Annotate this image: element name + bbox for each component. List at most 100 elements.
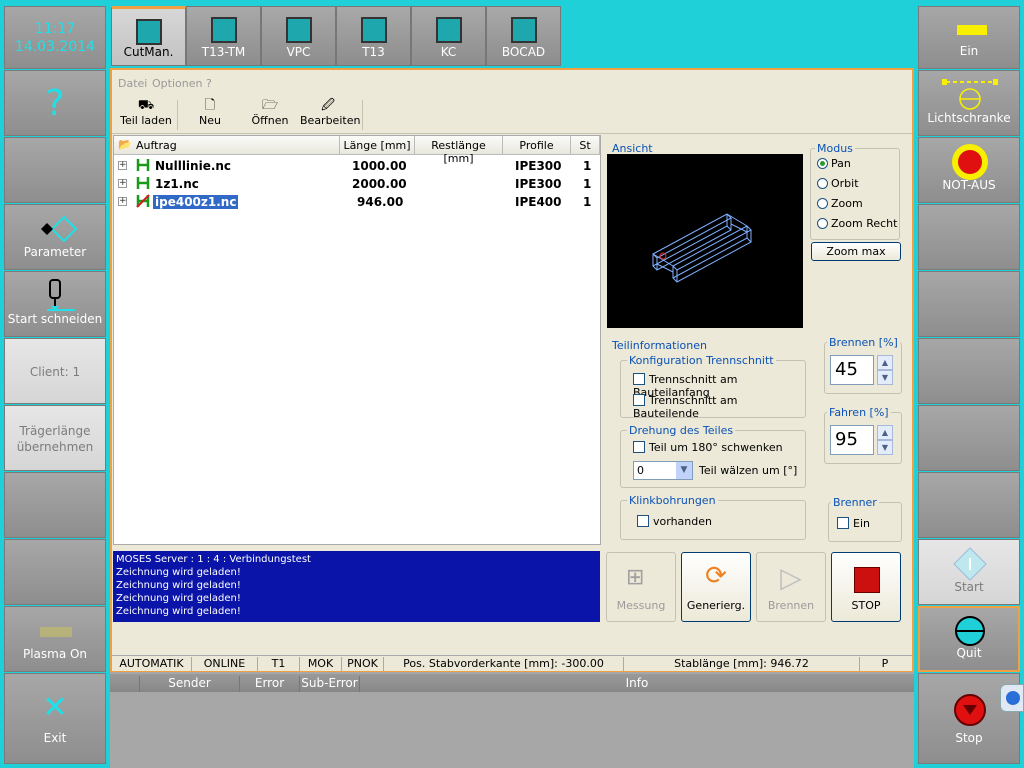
expand-icon[interactable]: + — [118, 179, 127, 188]
modus-title: Modus — [815, 142, 855, 155]
brennen-input[interactable]: 45 — [830, 355, 874, 385]
messung-label: Messung — [616, 599, 666, 612]
not-aus-button[interactable]: NOT-AUS — [918, 137, 1020, 203]
tab-vpc-label: VPC — [286, 45, 311, 59]
menu-datei[interactable]: Datei — [118, 77, 147, 90]
col-st[interactable]: St — [571, 136, 600, 155]
status-pos: Pos. Stabvorderkante [mm]: -300.00 — [384, 657, 624, 671]
lichtschranke-button[interactable]: Lichtschranke — [918, 70, 1020, 136]
exit-icon: ✕ — [42, 690, 68, 725]
modus-group: Modus Pan Orbit Zoom Zoom Recht — [810, 142, 900, 240]
plasma-on-button[interactable]: Plasma On — [4, 606, 106, 672]
tab-cutman[interactable]: CutMan. — [111, 6, 186, 66]
menu-help[interactable]: ? — [206, 77, 212, 90]
col-laenge[interactable]: Länge [mm] — [340, 136, 415, 155]
tab-t13[interactable]: T13 — [336, 6, 411, 66]
log-line: Zeichnung wird geladen! — [116, 606, 241, 617]
expand-icon[interactable]: + — [118, 197, 127, 206]
expand-icon[interactable]: + — [118, 161, 127, 170]
row-profile: IPE300 — [515, 159, 562, 173]
status-bar: AUTOMATIK ONLINE T1 MOK PNOK Pos. Stabvo… — [112, 655, 912, 671]
radio-zoom[interactable]: Zoom — [817, 197, 863, 210]
tab-t13-label: T13 — [362, 45, 385, 59]
col-error[interactable]: Error — [240, 676, 300, 692]
checkbox-ende[interactable]: Trennschnitt am Bauteilende — [633, 394, 805, 420]
col-restlaenge[interactable]: Restlänge [mm] — [415, 136, 503, 165]
teil-laden-label: Teil laden — [120, 114, 172, 127]
klink-group: Klinkbohrungen vorhanden — [620, 494, 806, 540]
checkbox-ende-box — [633, 394, 645, 406]
quit-button[interactable]: Quit — [918, 606, 1020, 672]
help-button[interactable]: ? — [4, 70, 106, 136]
blank-right-5 — [918, 472, 1020, 538]
menubar: Datei Optionen ? — [112, 70, 912, 96]
stop-button[interactable]: STOP — [831, 552, 901, 622]
chevron-up-icon[interactable]: ▲ — [877, 355, 893, 370]
start-button[interactable]: Start — [918, 539, 1020, 605]
error-table-header: Sender Error Sub-Error Info — [110, 674, 914, 692]
checkbox-vorhanden[interactable]: vorhanden — [637, 515, 712, 528]
col-auftrag[interactable]: 📂 Auftrag — [114, 136, 340, 155]
chevron-down-icon[interactable]: ▼ — [877, 370, 893, 385]
job-list: 📂 Auftrag Länge [mm] Restlänge [mm] Prof… — [113, 135, 601, 545]
chevron-down-icon[interactable]: ▼ — [877, 440, 893, 455]
list-item[interactable]: + 1z1.nc 2000.00 IPE300 1 — [114, 175, 600, 193]
radio-orbit[interactable]: Orbit — [817, 177, 859, 190]
log-line: MOSES Server : 1 : 4 : Verbindungstest — [116, 554, 311, 565]
load-part-icon: ⛟ — [137, 98, 155, 113]
exit-button[interactable]: ✕ Exit — [4, 673, 106, 764]
blank-right-1 — [918, 204, 1020, 270]
checkbox-schwenken[interactable]: Teil um 180° schwenken — [633, 441, 783, 454]
walzen-select[interactable]: 0 ▼ — [633, 461, 693, 480]
zoom-max-button[interactable]: Zoom max — [811, 242, 901, 261]
fahren-stepper[interactable]: ▲ ▼ — [877, 425, 893, 455]
teil-laden-button[interactable]: ⛟ Teil laden — [118, 98, 174, 132]
3d-viewport[interactable] — [607, 154, 803, 328]
walzen-label: Teil wälzen um [°] — [699, 464, 798, 477]
oeffnen-button[interactable]: 🗁 Öffnen — [250, 98, 290, 132]
start-schneiden-button[interactable]: Start schneiden — [4, 271, 106, 337]
teamviewer-icon[interactable] — [1000, 684, 1024, 712]
ein-button[interactable]: Ein — [918, 6, 1020, 69]
tab-t13-tm[interactable]: T13-TM — [186, 6, 261, 66]
neu-button[interactable]: 🗋 Neu — [190, 98, 230, 132]
brennen-button[interactable]: ▷ Brennen — [756, 552, 826, 622]
chevron-up-icon[interactable]: ▲ — [877, 425, 893, 440]
col-suberror[interactable]: Sub-Error — [300, 676, 360, 692]
teilinfo-title: Teilinformationen — [610, 339, 709, 352]
generierg-button[interactable]: ⟳ Generierg. — [681, 552, 751, 622]
traegerlaenge-button[interactable]: Trägerlänge übernehmen — [4, 405, 106, 471]
status-mode: AUTOMATIK — [112, 657, 192, 671]
chevron-down-icon: ▼ — [676, 462, 692, 479]
clock-time: 11:17 — [34, 21, 76, 37]
tab-kc[interactable]: KC — [411, 6, 486, 66]
list-item-selected[interactable]: + ipe400z1.nc 946.00 IPE400 1 — [114, 193, 600, 211]
brennen-stepper[interactable]: ▲ ▼ — [877, 355, 893, 385]
tab-kc-label: KC — [440, 45, 457, 59]
fahren-input[interactable]: 95 — [830, 425, 874, 455]
toolbar: ⛟ Teil laden 🗋 Neu 🗁 Öffnen 🖉 Bearbeiten — [112, 96, 912, 134]
list-item[interactable]: + Nulllinie.nc 1000.00 IPE300 1 — [114, 157, 600, 175]
radio-pan[interactable]: Pan — [817, 157, 851, 170]
bocad-icon — [511, 17, 537, 43]
messung-button[interactable]: ⊞ Messung — [606, 552, 676, 622]
exit-label: Exit — [43, 731, 67, 745]
radio-zoom-recht[interactable]: Zoom Recht — [817, 217, 897, 230]
client-display: Client: 1 — [4, 338, 106, 404]
menu-optionen[interactable]: Optionen — [152, 77, 202, 90]
tab-cutman-label: CutMan. — [123, 45, 174, 59]
tab-vpc[interactable]: VPC — [261, 6, 336, 66]
col-sender[interactable]: Sender — [140, 676, 240, 692]
radio-zoom-label: Zoom — [831, 197, 863, 210]
bearbeiten-button[interactable]: 🖉 Bearbeiten — [300, 98, 360, 132]
row-laenge: 2000.00 — [352, 177, 407, 191]
tab-bocad[interactable]: BOCAD — [486, 6, 561, 66]
parameter-label: Parameter — [23, 245, 87, 259]
col-info[interactable]: Info — [360, 676, 914, 692]
row-name: Nulllinie.nc — [155, 159, 232, 173]
col-profile[interactable]: Profile — [503, 136, 571, 155]
checkbox-brenner-ein[interactable]: Ein — [837, 517, 870, 530]
stop-right-label: Stop — [955, 731, 983, 745]
drehung-group: Drehung des Teiles Teil um 180° schwenke… — [620, 424, 806, 488]
parameter-button[interactable]: Parameter — [4, 204, 106, 270]
